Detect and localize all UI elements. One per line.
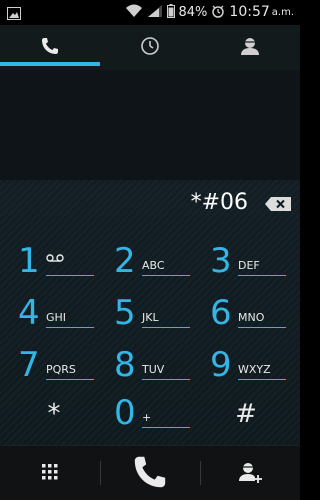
key-digit: 9 xyxy=(210,345,232,385)
key-letters: + xyxy=(142,411,152,424)
key-star[interactable]: * xyxy=(4,389,104,439)
key-8[interactable]: 8 TUV xyxy=(100,339,200,394)
key-2[interactable]: 2 ABC xyxy=(100,235,200,290)
screenshot-notification-icon xyxy=(7,5,21,20)
clock-icon xyxy=(140,36,160,60)
key-letters: MNO xyxy=(238,311,265,324)
key-letters: DEF xyxy=(238,259,260,272)
key-digit: 7 xyxy=(18,345,40,385)
dialer-screen: 84% 10:57 a.m. *#06 1 2 ABC 3 DEF 4 GHI … xyxy=(0,0,300,500)
key-letters: JKL xyxy=(142,311,159,324)
call-icon xyxy=(131,453,169,495)
key-underline xyxy=(238,327,286,328)
tab-selected-indicator xyxy=(0,62,100,66)
key-underline xyxy=(46,327,94,328)
key-hash[interactable]: # xyxy=(196,389,296,439)
battery-icon xyxy=(166,3,175,22)
key-digit: 6 xyxy=(210,293,232,333)
dialpad-toggle-button[interactable] xyxy=(0,446,100,500)
add-contact-icon xyxy=(238,461,262,487)
call-button[interactable] xyxy=(100,446,200,500)
dialer-empty-area xyxy=(0,70,300,180)
key-9[interactable]: 9 WXYZ xyxy=(196,339,296,394)
signal-icon xyxy=(147,3,163,22)
key-digit: 0 xyxy=(114,393,136,433)
bottom-action-bar xyxy=(0,445,300,500)
key-underline xyxy=(46,379,94,380)
key-0[interactable]: 0 + xyxy=(100,387,200,442)
key-digit: 1 xyxy=(18,241,40,281)
status-bar: 84% 10:57 a.m. xyxy=(0,0,300,25)
key-5[interactable]: 5 JKL xyxy=(100,287,200,342)
key-1[interactable]: 1 xyxy=(4,235,104,290)
alarm-icon xyxy=(211,3,225,22)
key-digit: 8 xyxy=(114,345,136,385)
add-contact-button[interactable] xyxy=(200,446,300,500)
tab-recent[interactable] xyxy=(100,25,200,70)
key-letters: ABC xyxy=(142,259,165,272)
wifi-icon xyxy=(125,3,143,22)
key-underline xyxy=(46,275,94,276)
key-4[interactable]: 4 GHI xyxy=(4,287,104,342)
battery-percent: 84% xyxy=(178,4,208,20)
key-digit: 3 xyxy=(210,241,232,281)
key-digit: 4 xyxy=(18,293,40,333)
key-underline xyxy=(142,275,190,276)
clock-ampm: a.m. xyxy=(271,6,294,18)
key-underline xyxy=(238,275,286,276)
voicemail-icon xyxy=(46,253,64,266)
key-underline xyxy=(238,379,286,380)
key-letters: PQRS xyxy=(46,363,76,376)
key-digit: 2 xyxy=(114,241,136,281)
backspace-icon xyxy=(265,197,291,211)
key-letters: TUV xyxy=(142,363,165,376)
tab-contacts[interactable] xyxy=(200,25,300,70)
clock-time: 10:57 xyxy=(229,4,270,20)
key-7[interactable]: 7 PQRS xyxy=(4,339,104,394)
key-3[interactable]: 3 DEF xyxy=(196,235,296,290)
digits-display[interactable]: *#06 xyxy=(0,190,300,220)
key-letters: GHI xyxy=(46,311,67,324)
key-underline xyxy=(142,327,190,328)
key-underline xyxy=(142,379,190,380)
contact-icon xyxy=(239,36,261,60)
key-letters: WXYZ xyxy=(238,363,271,376)
key-underline xyxy=(142,427,190,428)
dialed-digits: *#06 xyxy=(190,190,248,215)
phone-icon xyxy=(40,36,60,60)
key-digit: 5 xyxy=(114,293,136,333)
dialpad-icon xyxy=(41,463,59,485)
backspace-button[interactable] xyxy=(264,196,292,212)
key-6[interactable]: 6 MNO xyxy=(196,287,296,342)
status-right: 84% 10:57 a.m. xyxy=(125,3,294,22)
